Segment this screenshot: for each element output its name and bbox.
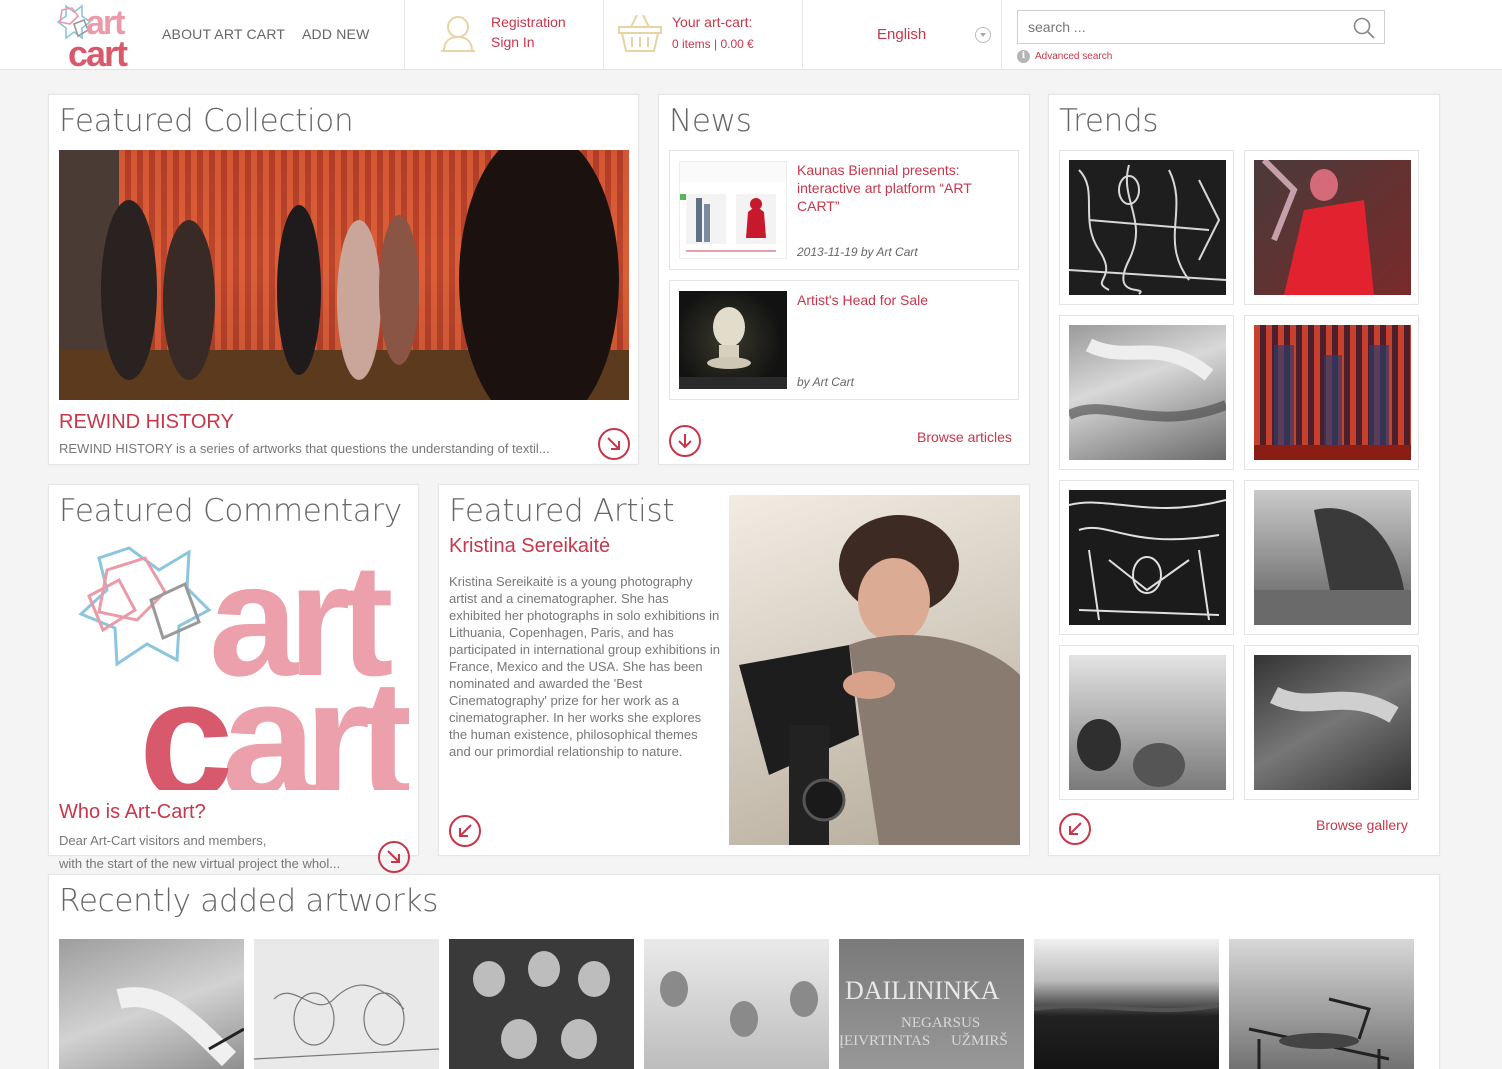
arrow-down-right-icon[interactable]: [598, 428, 630, 460]
search-icon[interactable]: [1352, 16, 1376, 40]
artist-name[interactable]: Kristina Sereikaitė: [449, 535, 610, 558]
sign-in-link[interactable]: Sign In: [491, 32, 535, 52]
chevron-down-icon[interactable]: [975, 27, 991, 43]
site-header: art cart ABOUT ART CART ADD NEW Registra…: [0, 0, 1502, 70]
cart-title[interactable]: Your art-cart:: [672, 12, 752, 32]
news-panel: News Kaunas Biennial presents: interacti…: [658, 94, 1030, 465]
art-cart-logo[interactable]: art cart: [48, 2, 136, 68]
stone-text: UŽMIRŠ: [951, 1032, 1008, 1049]
trend-image: [1069, 655, 1226, 790]
browse-articles-link[interactable]: Browse articles: [917, 429, 1012, 445]
arrow-down-left-icon[interactable]: [449, 815, 481, 847]
info-icon: i: [1017, 50, 1030, 63]
collection-description: REWIND HISTORY is a series of artworks t…: [59, 441, 550, 456]
svg-text:c: c: [139, 645, 229, 790]
trend-item[interactable]: [1059, 480, 1234, 635]
arrow-down-right-icon[interactable]: [378, 841, 410, 873]
art-cart-logo-large: art cart c: [78, 540, 409, 790]
collection-title[interactable]: REWIND HISTORY: [59, 411, 234, 434]
featured-collection-panel: Featured Collection REWIND HISTORY REWIN…: [48, 94, 639, 465]
news-heading: News: [669, 103, 752, 139]
header-divider: [802, 0, 803, 70]
artwork-thumb[interactable]: DAILININKA NEGARSUS ĮEIVRTINTAS UŽMIRŠ: [839, 939, 1024, 1069]
featured-commentary-heading: Featured Commentary: [59, 493, 402, 529]
featured-artist-heading: Featured Artist: [449, 493, 675, 529]
trend-image: [1069, 490, 1226, 625]
news-item[interactable]: Artist's Head for Sale by Art Cart: [669, 280, 1019, 400]
language-select[interactable]: English: [877, 26, 926, 43]
artist-photo[interactable]: [729, 495, 1020, 845]
artwork-thumb[interactable]: [1034, 939, 1219, 1069]
arrow-down-icon[interactable]: [669, 425, 701, 457]
search-input[interactable]: [1018, 11, 1338, 43]
commentary-line: Dear Art-Cart visitors and members,: [59, 833, 267, 848]
commentary-line: with the start of the new virtual projec…: [59, 856, 341, 871]
news-thumb: [679, 291, 787, 389]
recent-artworks-panel: Recently added artworks DAILININKA NEGAR…: [48, 874, 1440, 1069]
trend-item[interactable]: [1244, 480, 1419, 635]
header-divider: [1001, 0, 1002, 70]
basket-icon[interactable]: [617, 13, 663, 53]
news-title[interactable]: Artist's Head for Sale: [797, 291, 1002, 309]
stone-text: DAILININKA: [845, 976, 1000, 1005]
trends-panel: Trends Browse gallery: [1048, 94, 1440, 856]
advanced-search[interactable]: i Advanced search: [1017, 50, 1112, 63]
trend-image: [1254, 490, 1411, 625]
user-icon: [441, 16, 475, 52]
browse-gallery-link[interactable]: Browse gallery: [1316, 817, 1408, 833]
artwork-thumb[interactable]: [59, 939, 244, 1069]
artwork-thumb[interactable]: [254, 939, 439, 1069]
featured-commentary-panel: Featured Commentary art cart c Who is Ar…: [48, 484, 419, 873]
header-divider: [404, 0, 405, 70]
commentary-title[interactable]: Who is Art-Cart?: [59, 801, 206, 824]
exhibition-photo: [59, 150, 629, 400]
featured-artist-panel: Featured Artist Kristina Sereikaitė Kris…: [438, 484, 1030, 856]
arrow-down-left-icon[interactable]: [1059, 813, 1091, 845]
trend-image: [1069, 160, 1226, 295]
search-field: [1017, 10, 1385, 44]
artist-bio: Kristina Sereikaitė is a young photograp…: [449, 574, 721, 759]
artwork-thumb[interactable]: [1229, 939, 1414, 1069]
news-item[interactable]: Kaunas Biennial presents: interactive ar…: [669, 150, 1019, 270]
trend-image: [1254, 325, 1411, 460]
trend-image: [1254, 655, 1411, 790]
artwork-thumb[interactable]: [449, 939, 634, 1069]
nav-about[interactable]: ABOUT ART CART: [162, 26, 285, 42]
trend-item[interactable]: [1059, 645, 1234, 800]
commentary-image[interactable]: art cart c: [59, 540, 409, 790]
news-title[interactable]: Kaunas Biennial presents: interactive ar…: [797, 161, 1002, 215]
featured-collection-image[interactable]: [59, 150, 629, 400]
registration-link[interactable]: Registration: [491, 12, 566, 32]
artwork-thumb[interactable]: [644, 939, 829, 1069]
trend-item[interactable]: [1244, 315, 1419, 470]
header-divider: [603, 0, 604, 70]
news-meta: 2013-11-19 by Art Cart: [797, 245, 918, 259]
recent-artworks-heading: Recently added artworks: [59, 883, 439, 919]
news-thumb: [679, 161, 787, 259]
cart-summary: 0 items | 0.00 €: [672, 37, 754, 51]
trends-heading: Trends: [1059, 103, 1159, 139]
featured-collection-heading: Featured Collection: [59, 103, 354, 139]
nav-add-new[interactable]: ADD NEW: [302, 26, 370, 42]
svg-text:cart: cart: [68, 33, 128, 68]
trend-item[interactable]: [1059, 315, 1234, 470]
stone-text: ĮEIVRTINTAS: [839, 1033, 930, 1049]
trend-image: [1069, 325, 1226, 460]
advanced-search-label[interactable]: Advanced search: [1035, 51, 1112, 62]
trend-item[interactable]: [1059, 150, 1234, 305]
commentary-excerpt: Dear Art-Cart visitors and members, with…: [59, 829, 379, 875]
stone-text: NEGARSUS: [901, 1015, 980, 1031]
trend-item[interactable]: [1244, 150, 1419, 305]
trend-item[interactable]: [1244, 645, 1419, 800]
trend-image: [1254, 160, 1411, 295]
news-meta: by Art Cart: [797, 375, 854, 389]
